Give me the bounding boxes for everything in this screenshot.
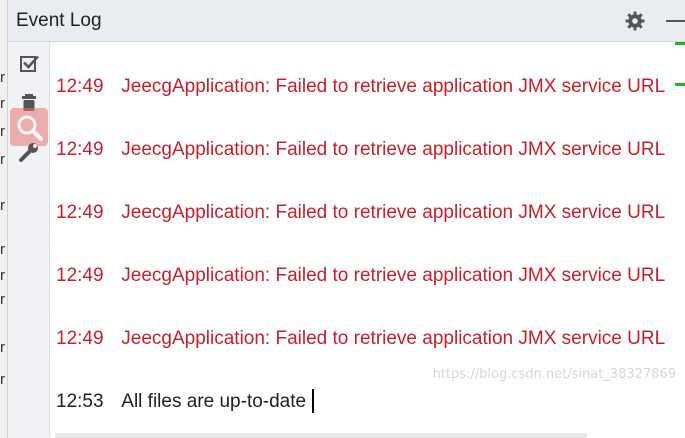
log-entry-time: 12:53 (56, 391, 104, 412)
log-entry[interactable]: 12:53 All files are up-to-date (56, 389, 315, 414)
gutter-char: r (0, 152, 5, 167)
gutter-char: r (0, 340, 5, 355)
log-entry[interactable]: 12:49 JeecgApplication: Failed to retrie… (56, 200, 665, 225)
log-entry-message: JeecgApplication: Failed to retrieve app… (121, 202, 666, 223)
log-entry-time: 12:49 (56, 265, 104, 286)
gear-icon[interactable] (623, 9, 647, 33)
log-entry-time: 12:49 (56, 328, 104, 349)
log-entry-time: 12:49 (56, 139, 104, 160)
log-entry[interactable]: 12:49 JeecgApplication: Failed to retrie… (56, 74, 665, 99)
wrench-icon[interactable] (16, 139, 42, 165)
gutter-char: r (0, 268, 5, 283)
log-entry-time: 12:49 (56, 202, 104, 223)
gutter-char: r (0, 124, 5, 139)
minimize-icon[interactable] (666, 20, 685, 22)
log-entry-message: All files are up-to-date (121, 391, 307, 412)
gutter-char: r (0, 372, 5, 387)
gutter-char: r (0, 70, 5, 85)
panel-title: Event Log (16, 10, 102, 31)
log-entry-message: JeecgApplication: Failed to retrieve app… (121, 76, 666, 97)
log-entry[interactable]: 12:49 JeecgApplication: Failed to retrie… (56, 263, 665, 288)
log-entry-time: 12:49 (56, 76, 104, 97)
event-log-header: Event Log (8, 0, 685, 42)
gutter-char: r (0, 96, 5, 111)
log-entry-message: JeecgApplication: Failed to retrieve app… (121, 139, 666, 160)
watermark-url: https://blog.csdn.net/sinat_38327869 (432, 367, 676, 382)
log-entry[interactable]: 12:49 JeecgApplication: Failed to retrie… (56, 326, 665, 351)
event-log-toolbar (8, 42, 50, 438)
text-caret (312, 389, 315, 413)
log-entry-message: JeecgApplication: Failed to retrieve app… (121, 265, 666, 286)
status-marker (675, 42, 685, 45)
gutter-char: r (0, 292, 5, 307)
editor-gutter-strip: r r r r r r r r r r (0, 0, 8, 438)
log-entry-message: JeecgApplication: Failed to retrieve app… (121, 328, 666, 349)
log-entry[interactable]: 12:49 JeecgApplication: Failed to retrie… (56, 137, 665, 162)
gutter-char: r (0, 242, 5, 257)
gutter-char: r (0, 198, 5, 213)
checkbox-icon[interactable] (16, 51, 42, 77)
status-marker (675, 83, 685, 86)
horizontal-scrollbar[interactable] (55, 433, 587, 438)
